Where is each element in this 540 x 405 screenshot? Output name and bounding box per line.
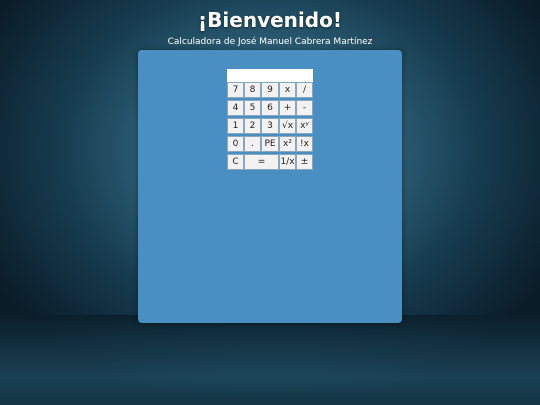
- key-4[interactable]: 4: [227, 100, 244, 116]
- key-7[interactable]: 7: [227, 82, 244, 98]
- key-power[interactable]: xʸ: [296, 118, 313, 134]
- key-6[interactable]: 6: [261, 100, 279, 116]
- key-1[interactable]: 1: [227, 118, 244, 134]
- key-reciprocal[interactable]: 1/x: [279, 154, 296, 170]
- key-8[interactable]: 8: [244, 82, 261, 98]
- page-title: ¡Bienvenido!: [198, 8, 342, 32]
- key-5[interactable]: 5: [244, 100, 261, 116]
- key-3[interactable]: 3: [261, 118, 279, 134]
- key-clear[interactable]: C: [227, 154, 244, 170]
- key-decimal[interactable]: .: [244, 136, 261, 152]
- key-square[interactable]: x²: [279, 136, 296, 152]
- key-2[interactable]: 2: [244, 118, 261, 134]
- key-subtract[interactable]: -: [296, 100, 313, 116]
- key-integer-part[interactable]: PE: [261, 136, 279, 152]
- key-add[interactable]: +: [279, 100, 296, 116]
- key-multiply[interactable]: x: [279, 82, 296, 98]
- key-equals[interactable]: =: [244, 154, 279, 170]
- key-0[interactable]: 0: [227, 136, 244, 152]
- key-9[interactable]: 9: [261, 82, 279, 98]
- key-divide[interactable]: /: [296, 82, 313, 98]
- key-negate[interactable]: ±: [296, 154, 313, 170]
- key-factorial[interactable]: !x: [296, 136, 313, 152]
- page-subtitle: Calculadora de José Manuel Cabrera Martí…: [167, 37, 373, 47]
- calculator-display[interactable]: [227, 69, 313, 82]
- background-floor: [0, 315, 540, 405]
- key-sqrt[interactable]: √x: [279, 118, 296, 134]
